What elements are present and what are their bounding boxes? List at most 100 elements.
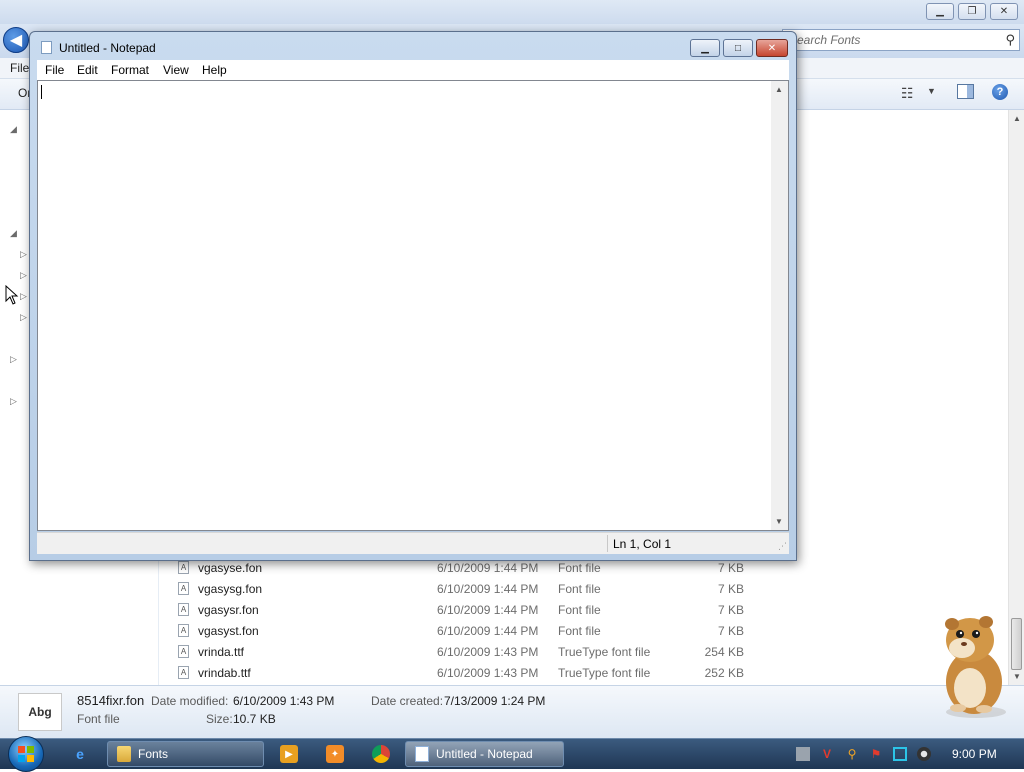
menu-file[interactable]: File bbox=[45, 63, 64, 77]
collapse-arrow-icon[interactable]: ▷ bbox=[20, 291, 27, 302]
media-player-icon[interactable]: ▶ bbox=[280, 745, 298, 763]
file-name: vgasysg.fon bbox=[198, 582, 263, 596]
file-name: vgasyse.fon bbox=[198, 561, 263, 575]
file-size: 252 KB bbox=[704, 666, 744, 680]
search-placeholder: Search Fonts bbox=[789, 33, 861, 47]
file-name: vgasysr.fon bbox=[198, 603, 259, 617]
details-filename: 8514fixr.fon bbox=[77, 693, 145, 708]
explorer-close-button[interactable]: ✕ bbox=[990, 3, 1018, 20]
notepad-window: Untitled - Notepad ▁ □ ✕ File Edit Forma… bbox=[29, 31, 797, 561]
file-date: 6/10/2009 1:44 PM bbox=[437, 561, 539, 575]
list-item[interactable]: A vrinda.ttf 6/10/2009 1:43 PM TrueType … bbox=[160, 642, 1008, 663]
scroll-up-icon[interactable]: ▲ bbox=[775, 85, 783, 94]
windows-logo-icon bbox=[18, 746, 34, 762]
file-name: vgasyst.fon bbox=[198, 624, 259, 638]
menubar: File Edit Format View Help bbox=[37, 60, 789, 80]
scroll-up-icon[interactable]: ▲ bbox=[1013, 114, 1021, 123]
vertical-scrollbar[interactable]: ▲ ▼ bbox=[1008, 110, 1024, 685]
antivirus-icon[interactable]: V bbox=[820, 747, 834, 761]
expand-arrow-icon[interactable]: ◢ bbox=[10, 124, 17, 135]
font-file-icon: A bbox=[178, 666, 189, 679]
text-editor-area[interactable]: ▲ ▼ bbox=[37, 80, 789, 531]
file-date: 6/10/2009 1:44 PM bbox=[437, 603, 539, 617]
file-date: 6/10/2009 1:43 PM bbox=[437, 645, 539, 659]
explorer-restore-button[interactable]: ❐ bbox=[958, 3, 986, 20]
explorer-titlebar[interactable]: ▁ ❐ ✕ bbox=[0, 0, 1024, 24]
status-divider bbox=[607, 535, 608, 552]
explorer-menu-file[interactable]: File bbox=[10, 61, 29, 75]
file-size: 7 KB bbox=[717, 624, 744, 638]
hamster-gadget[interactable] bbox=[930, 612, 1016, 720]
resize-grip-icon[interactable]: ⋰ bbox=[778, 541, 787, 552]
menu-help[interactable]: Help bbox=[202, 63, 227, 77]
menu-edit[interactable]: Edit bbox=[77, 63, 98, 77]
file-date: 6/10/2009 1:43 PM bbox=[437, 666, 539, 680]
file-size: 7 KB bbox=[717, 603, 744, 617]
list-item[interactable]: A vgasysr.fon 6/10/2009 1:44 PM Font fil… bbox=[160, 600, 1008, 621]
close-button[interactable]: ✕ bbox=[756, 39, 788, 57]
collapse-arrow-icon[interactable]: ▷ bbox=[20, 312, 27, 323]
help-icon[interactable]: ? bbox=[992, 84, 1008, 100]
flag-icon[interactable]: ⚑ bbox=[869, 747, 883, 761]
file-type: TrueType font file bbox=[558, 666, 651, 680]
list-item[interactable]: A vrindab.ttf 6/10/2009 1:43 PM TrueType… bbox=[160, 663, 1008, 684]
details-filetype: Font file bbox=[77, 712, 120, 726]
file-size: 7 KB bbox=[717, 561, 744, 575]
list-item[interactable]: A vgasyse.fon 6/10/2009 1:44 PM Font fil… bbox=[160, 558, 1008, 579]
details-created-label: Date created: bbox=[371, 694, 444, 708]
font-file-icon: A bbox=[178, 561, 189, 574]
menu-view[interactable]: View bbox=[163, 63, 189, 77]
font-file-icon: A bbox=[178, 582, 189, 595]
list-item[interactable]: A vgasysg.fon 6/10/2009 1:44 PM Font fil… bbox=[160, 579, 1008, 600]
vlc-icon[interactable]: ✦ bbox=[326, 745, 344, 763]
cursor-position: Ln 1, Col 1 bbox=[613, 537, 672, 551]
details-created-value: 7/13/2009 1:24 PM bbox=[444, 694, 546, 708]
menu-format[interactable]: Format bbox=[111, 63, 149, 77]
taskbar-button-notepad[interactable]: Untitled - Notepad bbox=[405, 741, 564, 767]
taskbar-button-label: Fonts bbox=[138, 747, 169, 761]
start-button[interactable] bbox=[8, 736, 44, 772]
file-date: 6/10/2009 1:44 PM bbox=[437, 582, 539, 596]
taskbar: e Fonts ▶ ✦ Untitled - Notepad V ⚲ ⚑ 9:0… bbox=[0, 736, 1024, 772]
clock[interactable]: 9:00 PM bbox=[952, 747, 997, 761]
notepad-icon bbox=[41, 41, 52, 54]
collapse-arrow-icon[interactable]: ▷ bbox=[10, 396, 17, 407]
list-item[interactable]: A vgasyst.fon 6/10/2009 1:44 PM Font fil… bbox=[160, 621, 1008, 642]
scroll-down-icon[interactable]: ▼ bbox=[775, 517, 783, 526]
collapse-arrow-icon[interactable]: ▷ bbox=[10, 354, 17, 365]
search-icon[interactable]: ⚲ bbox=[1005, 32, 1015, 48]
file-type: TrueType font file bbox=[558, 645, 651, 659]
expand-arrow-icon[interactable]: ◢ bbox=[10, 228, 17, 239]
internet-explorer-icon[interactable]: e bbox=[71, 745, 89, 763]
display-icon[interactable] bbox=[893, 747, 907, 761]
file-name: vrindab.ttf bbox=[198, 666, 251, 680]
editor-vertical-scrollbar[interactable]: ▲ ▼ bbox=[771, 81, 788, 530]
network-icon[interactable] bbox=[796, 747, 810, 761]
collapse-arrow-icon[interactable]: ▷ bbox=[20, 249, 27, 260]
minimize-button[interactable]: ▁ bbox=[690, 39, 720, 57]
taskbar-button-fonts[interactable]: Fonts bbox=[107, 741, 264, 767]
file-type: Font file bbox=[558, 603, 601, 617]
chevron-down-icon[interactable]: ▼ bbox=[927, 86, 936, 96]
details-modified-label: Date modified: bbox=[151, 694, 229, 708]
font-file-icon: A bbox=[178, 603, 189, 616]
explorer-minimize-button[interactable]: ▁ bbox=[926, 3, 954, 20]
volume-icon[interactable] bbox=[917, 747, 931, 761]
status-bar: Ln 1, Col 1 ⋰ bbox=[37, 532, 789, 554]
maximize-button[interactable]: □ bbox=[723, 39, 753, 57]
chrome-icon[interactable] bbox=[372, 745, 390, 763]
text-caret bbox=[41, 85, 42, 99]
details-modified-value: 6/10/2009 1:43 PM bbox=[233, 694, 335, 708]
mouse-cursor-icon bbox=[5, 285, 19, 305]
font-preview-thumbnail: Abg bbox=[18, 693, 62, 731]
file-date: 6/10/2009 1:44 PM bbox=[437, 624, 539, 638]
font-file-icon: A bbox=[178, 645, 189, 658]
collapse-arrow-icon[interactable]: ▷ bbox=[20, 270, 27, 281]
back-arrow-icon[interactable]: ◀ bbox=[3, 27, 29, 53]
search-tool-icon[interactable]: ⚲ bbox=[845, 747, 859, 761]
window-title: Untitled - Notepad bbox=[59, 41, 156, 55]
preview-pane-icon[interactable] bbox=[957, 84, 974, 99]
search-input[interactable]: Search Fonts ⚲ bbox=[782, 29, 1020, 51]
file-type: Font file bbox=[558, 561, 601, 575]
views-icon[interactable]: ☷ bbox=[901, 85, 914, 102]
